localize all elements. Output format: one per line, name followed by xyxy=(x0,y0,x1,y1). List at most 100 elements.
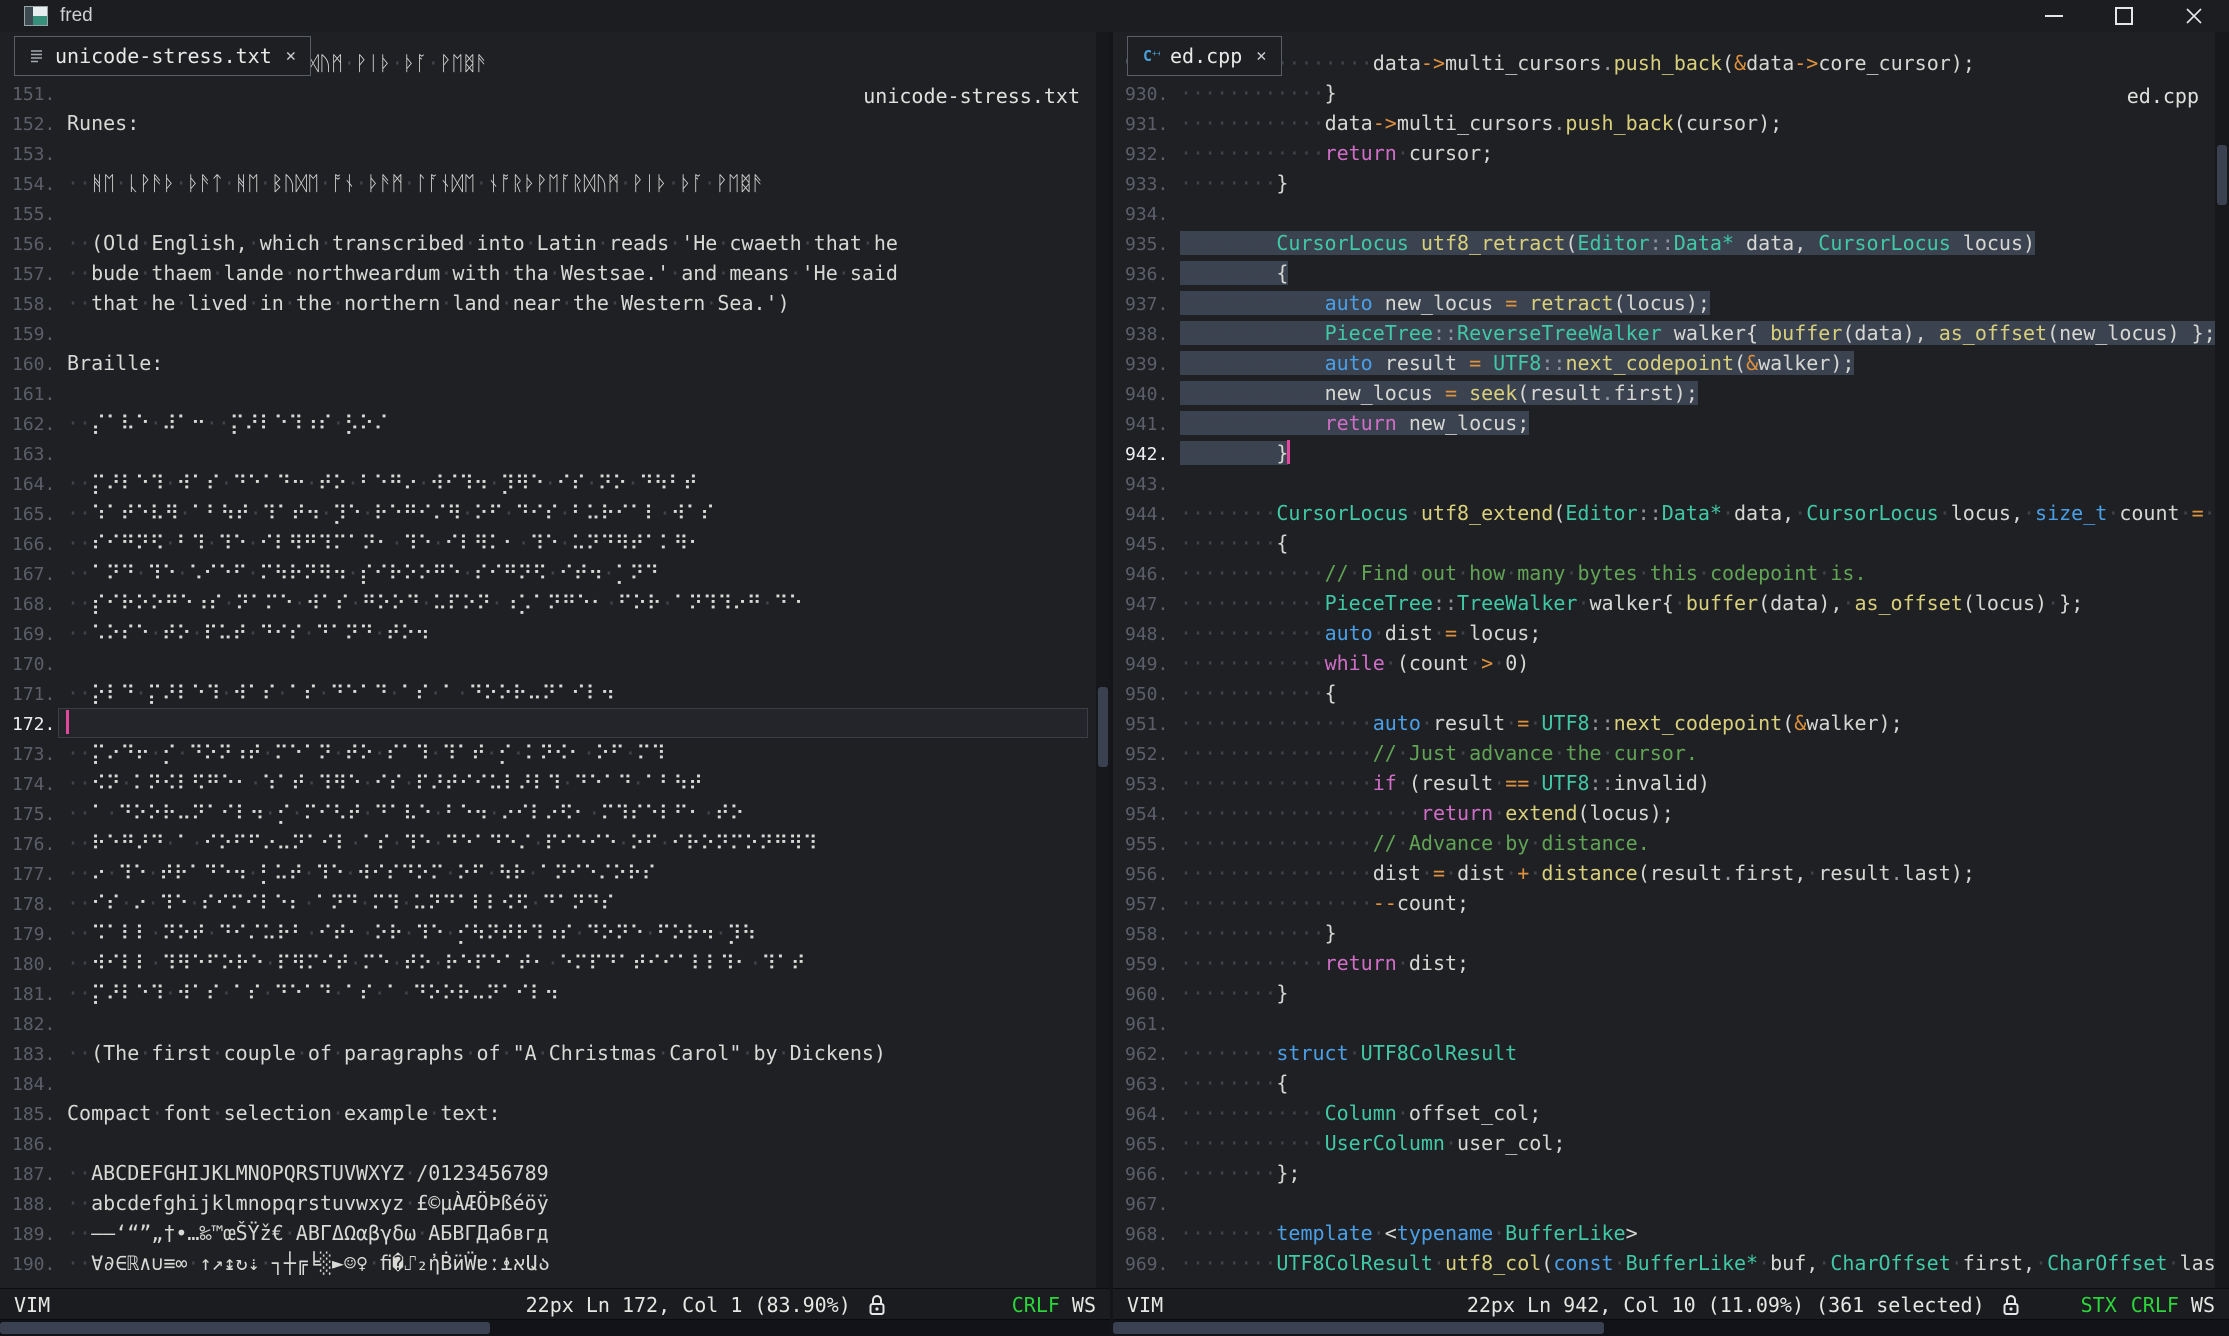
line-number[interactable]: 958. xyxy=(1113,920,1180,950)
line-number[interactable]: 934. xyxy=(1113,200,1180,230)
code-line[interactable]: 952.················//·Just·advance·the·… xyxy=(1113,738,2215,768)
code-line[interactable]: 963.········{ xyxy=(1113,1068,2215,1098)
text-line[interactable]: 176.··⠗⠑⠛⠜⠙·⠁·⠊⠕⠋⠋⠔⠤⠝⠁⠊⠇·⠁⠎·⠹⠑·⠙⠑⠁⠙⠑⠌·⠏⠊… xyxy=(0,828,1096,858)
line-number[interactable]: 945. xyxy=(1113,530,1180,560)
line-number[interactable]: 175. xyxy=(0,800,67,830)
code-line[interactable]: 955.················//·Advance·by·distan… xyxy=(1113,828,2215,858)
text-line[interactable]: 154.··ᚻᛖ·ᚳᚹᚫᚦ·ᚦᚫᛏ·ᚻᛖ·ᛒᚢᛞᛖ·ᚩᚾ·ᚦᚫᛗ·ᛚᚪᚾᛞᛖ·ᚾ… xyxy=(0,168,1096,198)
horizontal-scrollbar[interactable] xyxy=(0,1319,1110,1336)
code-line[interactable]: 969.········UTF8ColResult·utf8_col(const… xyxy=(1113,1248,2215,1278)
line-number[interactable]: 157. xyxy=(0,260,67,290)
horizontal-scrollbar-thumb[interactable] xyxy=(1113,1322,1604,1334)
line-number[interactable]: 170. xyxy=(0,650,67,680)
line-number[interactable]: 177. xyxy=(0,860,67,890)
code-line[interactable]: 960.········} xyxy=(1113,978,2215,1008)
code-line[interactable]: 950.············{ xyxy=(1113,678,2215,708)
line-ending-indicator[interactable]: CRLF xyxy=(2131,1293,2179,1317)
line-number[interactable]: 952. xyxy=(1113,740,1180,770)
line-number[interactable]: 158. xyxy=(0,290,67,320)
text-line[interactable]: 167.··⠁⠝⠙·⠹⠑·⠡⠊⠑⠋·⠍⠳⠗⠝⠻⠲·⡎⠊⠗⠕⠕⠛⠑·⠎⠊⠛⠝⠫·⠊… xyxy=(0,558,1096,588)
text-line[interactable]: 168.··⡎⠊⠗⠕⠕⠛⠑⠰⠎·⠝⠁⠍⠑·⠺⠁⠎·⠛⠕⠕⠙·⠥⠏⠕⠝·⠰⡡⠁⠝⠛… xyxy=(0,588,1096,618)
text-line[interactable]: 172. xyxy=(0,708,1096,738)
line-number[interactable]: 169. xyxy=(0,620,67,650)
line-number[interactable]: 176. xyxy=(0,830,67,860)
text-line[interactable]: 159. xyxy=(0,318,1096,348)
line-number[interactable]: 182. xyxy=(0,1010,67,1040)
text-line[interactable]: 187.··ABCDEFGHIJKLMNOPQRSTUVWXYZ·/012345… xyxy=(0,1158,1096,1188)
line-number[interactable]: 956. xyxy=(1113,860,1180,890)
code-line[interactable]: 943. xyxy=(1113,468,2215,498)
line-number[interactable]: 171. xyxy=(0,680,67,710)
code-line[interactable]: 946.············//·Find·out·how·many·byt… xyxy=(1113,558,2215,588)
line-number[interactable]: 961. xyxy=(1113,1010,1180,1040)
code-line[interactable]: 961. xyxy=(1113,1008,2215,1038)
line-number[interactable]: 154. xyxy=(0,170,67,200)
line-number[interactable]: 942. xyxy=(1113,440,1180,470)
code-line[interactable]: 953.················if·(result·==·UTF8::… xyxy=(1113,768,2215,798)
line-number[interactable]: 187. xyxy=(0,1160,67,1190)
text-line[interactable]: 155. xyxy=(0,198,1096,228)
horizontal-scrollbar-thumb[interactable] xyxy=(0,1322,490,1334)
text-line[interactable]: 186. xyxy=(0,1128,1096,1158)
text-line[interactable]: 164.··⡍⠜⠇⠑⠹·⠺⠁⠎·⠙⠑⠁⠙⠒·⠞⠕·⠃⠑⠛⠔·⠺⠊⠹⠲·⡹⠻⠑·⠊… xyxy=(0,468,1096,498)
line-number[interactable]: 962. xyxy=(1113,1040,1180,1070)
code-line[interactable]: 956.················dist·=·dist·+·distan… xyxy=(1113,858,2215,888)
code-line[interactable]: 951.················auto·result·=·UTF8::… xyxy=(1113,708,2215,738)
whitespace-indicator[interactable]: WS xyxy=(1072,1293,1096,1317)
text-line[interactable]: 181.··⡍⠜⠇⠑⠹·⠺⠁⠎·⠁⠎·⠙⠑⠁⠙·⠁⠎·⠁·⠙⠕⠕⠗⠤⠝⠁⠊⠇⠲ xyxy=(0,978,1096,1008)
line-number[interactable]: 947. xyxy=(1113,590,1180,620)
whitespace-indicator[interactable]: WS xyxy=(2191,1293,2215,1317)
line-number[interactable]: 160. xyxy=(0,350,67,380)
line-number[interactable]: 165. xyxy=(0,500,67,530)
code-line[interactable]: 965.············UserColumn·user_col; xyxy=(1113,1128,2215,1158)
code-line[interactable]: 934. xyxy=(1113,198,2215,228)
line-number[interactable]: 933. xyxy=(1113,170,1180,200)
text-line[interactable]: 152.Runes: xyxy=(0,108,1096,138)
text-line[interactable]: 183.··(The·first·couple·of·paragraphs·of… xyxy=(0,1038,1096,1068)
code-line[interactable]: 936.········{ xyxy=(1113,258,2215,288)
vertical-scrollbar[interactable] xyxy=(2215,32,2229,1288)
code-line[interactable]: 947.············PieceTree::TreeWalker·wa… xyxy=(1113,588,2215,618)
line-number[interactable]: 188. xyxy=(0,1190,67,1220)
line-number[interactable]: 963. xyxy=(1113,1070,1180,1100)
code-line[interactable]: 962.········struct·UTF8ColResult xyxy=(1113,1038,2215,1068)
text-line[interactable]: 175.··⠁·⠙⠕⠕⠗⠤⠝⠁⠊⠇⠲·⡊·⠍⠊⠣⠞·⠙⠁⠧⠑·⠃⠑⠲·⠔⠊⠇⠔⠫… xyxy=(0,798,1096,828)
code-line[interactable]: 932.············return·cursor; xyxy=(1113,138,2215,168)
vertical-scrollbar-thumb[interactable] xyxy=(1098,687,1108,767)
text-line[interactable]: 165.··⠱⠁⠞⠑⠧⠻·⠁⠃⠳⠞·⠹⠁⠞⠲·⡹⠑·⠗⠑⠛⠊⠌⠻·⠕⠋·⠙⠊⠎·… xyxy=(0,498,1096,528)
code-line[interactable]: 959.············return·dist; xyxy=(1113,948,2215,978)
line-number[interactable]: 174. xyxy=(0,770,67,800)
text-line[interactable]: 160.Braille: xyxy=(0,348,1096,378)
code-line[interactable]: 945.········{ xyxy=(1113,528,2215,558)
code-line[interactable]: 938.············PieceTree::ReverseTreeWa… xyxy=(1113,318,2215,348)
line-number[interactable]: 936. xyxy=(1113,260,1180,290)
line-number[interactable]: 172. xyxy=(0,710,67,740)
line-number[interactable]: 159. xyxy=(0,320,67,350)
text-line[interactable]: 173.··⡍⠔⠙⠖·⡊·⠙⠕⠝⠰⠞·⠍⠑⠁⠝·⠞⠕·⠎⠁⠹·⠹⠁⠞·⡊·⠅⠝⠪… xyxy=(0,738,1096,768)
line-number[interactable]: 186. xyxy=(0,1130,67,1160)
text-line[interactable]: 156.··(Old·English,·which·transcribed·in… xyxy=(0,228,1096,258)
code-line[interactable]: 957.················--count; xyxy=(1113,888,2215,918)
code-line[interactable]: 966.········}; xyxy=(1113,1158,2215,1188)
code-line[interactable]: 964.············Column·offset_col; xyxy=(1113,1098,2215,1128)
line-number[interactable]: 155. xyxy=(0,200,67,230)
vertical-scrollbar-thumb[interactable] xyxy=(2217,145,2227,205)
code-line[interactable]: 968.········template·<typename·BufferLik… xyxy=(1113,1218,2215,1248)
line-number[interactable]: 179. xyxy=(0,920,67,950)
line-number[interactable]: 943. xyxy=(1113,470,1180,500)
line-number[interactable]: 166. xyxy=(0,530,67,560)
line-number[interactable]: 941. xyxy=(1113,410,1180,440)
text-line[interactable]: 180.··⠺⠊⠇⠇·⠹⠻⠑⠋⠕⠗⠑·⠏⠻⠍⠊⠞·⠍⠑·⠞⠕·⠗⠑⠏⠑⠁⠞⠂·⠑… xyxy=(0,948,1096,978)
text-line[interactable]: 179.··⠩⠁⠇⠇·⠝⠕⠞·⠙⠊⠌⠥⠗⠃·⠊⠞⠂·⠕⠗·⠹⠑·⡊⠳⠝⠞⠗⠹⠰⠎… xyxy=(0,918,1096,948)
text-line[interactable]: 169.··⠡⠕⠎⠑·⠞⠕·⠏⠥⠞·⠙⠊⠎·⠙⠁⠝⠙·⠞⠕⠲ xyxy=(0,618,1096,648)
code-line[interactable]: 941.············return·new_locus; xyxy=(1113,408,2215,438)
code-line[interactable]: 935.········CursorLocus·utf8_retract(Edi… xyxy=(1113,228,2215,258)
line-number[interactable]: 185. xyxy=(0,1100,67,1130)
line-number[interactable]: 946. xyxy=(1113,560,1180,590)
line-ending-indicator[interactable]: CRLF xyxy=(1012,1293,1060,1317)
line-number[interactable]: 151. xyxy=(0,80,67,110)
line-number[interactable]: 184. xyxy=(0,1070,67,1100)
line-number[interactable]: 164. xyxy=(0,470,67,500)
code-line[interactable]: 949.············while·(count·>·0) xyxy=(1113,648,2215,678)
code-line[interactable]: 933.········} xyxy=(1113,168,2215,198)
